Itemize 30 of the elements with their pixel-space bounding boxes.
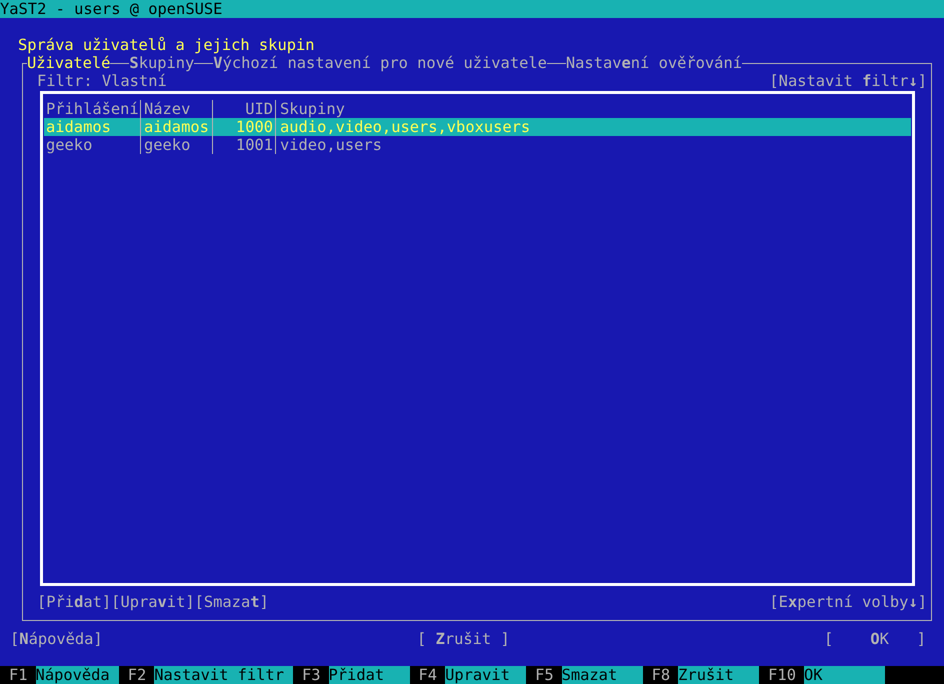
table-cell: 1000 bbox=[213, 118, 276, 136]
action-button[interactable]: [Upravit] bbox=[111, 593, 195, 611]
table-row[interactable]: geeko geeko 1001 video,users bbox=[44, 136, 911, 154]
function-key-label[interactable]: Nastavit filtr bbox=[154, 666, 293, 684]
action-button[interactable]: [Smazat] bbox=[194, 593, 269, 611]
table-cell: aidamos bbox=[44, 118, 141, 136]
table-cell: geeko bbox=[141, 136, 213, 154]
table-cell-text: audio,video,users,vboxusers bbox=[279, 118, 530, 136]
filter-label: Filtr: Vlastní bbox=[37, 72, 167, 90]
function-key-label[interactable]: Smazat bbox=[562, 666, 643, 684]
table-cell-text: video,users bbox=[279, 136, 382, 154]
set-filter-button[interactable]: [Nastavit filtr↓] bbox=[769, 72, 927, 90]
help-button[interactable]: [Nápověda] bbox=[10, 630, 103, 648]
function-key-label[interactable]: Nápověda bbox=[36, 666, 119, 684]
cancel-button[interactable]: [ Zrušit ] bbox=[417, 630, 510, 648]
window-title: YaST2 - users @ openSUSE bbox=[0, 0, 944, 18]
action-button[interactable]: [Přidat] bbox=[37, 593, 112, 611]
page-heading: Správa uživatelů a jejich skupin bbox=[18, 36, 316, 54]
function-key-label[interactable]: OK bbox=[804, 666, 885, 684]
table-cell: aidamos bbox=[141, 118, 213, 136]
table-cell: geeko bbox=[44, 136, 141, 154]
expert-options-button[interactable]: [Expertní volby↓] bbox=[769, 593, 927, 611]
function-key-label[interactable]: Upravit bbox=[445, 666, 526, 684]
tab[interactable]: Skupiny bbox=[129, 54, 194, 72]
ok-button[interactable]: [ OK ] bbox=[824, 630, 926, 648]
function-key-label[interactable]: Přidat bbox=[328, 666, 410, 684]
column-header[interactable]: Skupiny bbox=[276, 100, 345, 118]
function-key-label[interactable]: Zrušit bbox=[678, 666, 760, 684]
table-cell: 1001 bbox=[213, 136, 276, 154]
tab[interactable]: Výchozí nastavení pro nové uživatele bbox=[213, 54, 547, 72]
